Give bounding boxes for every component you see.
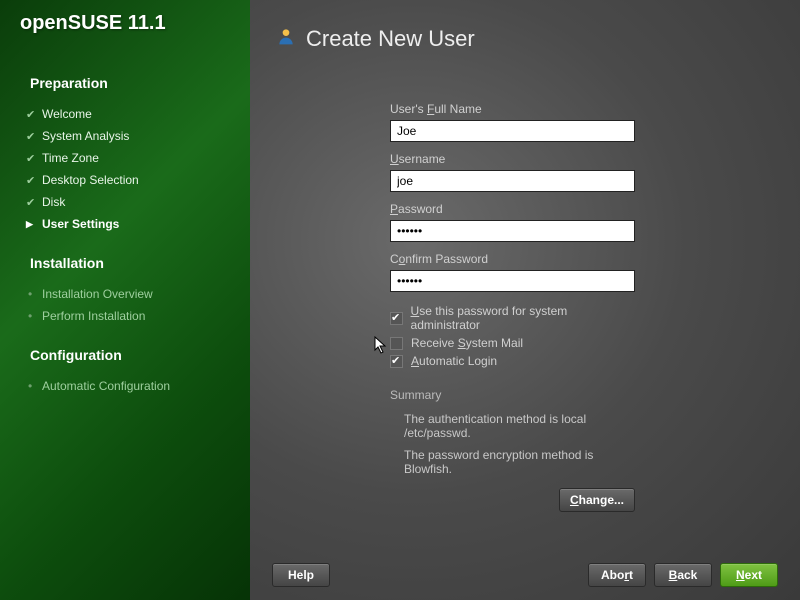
sysmail-checkbox-label: Receive System Mail — [411, 336, 523, 350]
password-input[interactable] — [390, 220, 635, 242]
sidebar-step-installation-overview: Installation Overview — [20, 283, 250, 305]
sysadmin-checkbox-row[interactable]: Use this password for system administrat… — [390, 304, 630, 332]
summary-line: The password encryption method is Blowfi… — [390, 444, 630, 480]
back-button[interactable]: Back — [654, 563, 712, 587]
autologin-checkbox-label: Automatic Login — [411, 354, 497, 368]
sidebar-step-automatic-configuration: Automatic Configuration — [20, 375, 250, 397]
help-button[interactable]: Help — [272, 563, 330, 587]
sidebar-step-welcome: Welcome — [20, 103, 250, 125]
checkbox-icon — [390, 355, 403, 368]
summary-label: Summary — [390, 388, 630, 402]
summary-line: The authentication method is local /etc/… — [390, 408, 630, 444]
sysadmin-checkbox-label: Use this password for system administrat… — [411, 304, 630, 332]
sidebar-section-preparation: Preparation — [30, 75, 250, 91]
checkbox-icon — [390, 337, 403, 350]
sidebar-step-perform-installation: Perform Installation — [20, 305, 250, 327]
page-heading: Create New User — [250, 0, 800, 52]
bottom-bar: Help Abort Back Next — [250, 550, 800, 600]
autologin-checkbox-row[interactable]: Automatic Login — [390, 354, 630, 368]
sidebar-step-user-settings: User Settings — [20, 213, 250, 235]
product-logo: openSUSE 11.1 — [20, 12, 250, 35]
abort-button[interactable]: Abort — [588, 563, 646, 587]
confirm-input[interactable] — [390, 270, 635, 292]
sysmail-checkbox-row[interactable]: Receive System Mail — [390, 336, 630, 350]
fullname-label: User's Full Name — [390, 102, 630, 116]
sidebar: openSUSE 11.1 Preparation WelcomeSystem A… — [0, 0, 250, 600]
password-label: Password — [390, 202, 630, 216]
sidebar-step-disk: Disk — [20, 191, 250, 213]
sidebar-section-configuration: Configuration — [30, 347, 250, 363]
user-icon — [276, 26, 296, 52]
sidebar-section-installation: Installation — [30, 255, 250, 271]
username-input[interactable] — [390, 170, 635, 192]
sidebar-step-system-analysis: System Analysis — [20, 125, 250, 147]
username-label: Username — [390, 152, 630, 166]
user-form: User's Full Name Username Password Confi… — [250, 52, 630, 512]
fullname-input[interactable] — [390, 120, 635, 142]
confirm-label: Confirm Password — [390, 252, 630, 266]
checkbox-icon — [390, 312, 403, 325]
sidebar-step-time-zone: Time Zone — [20, 147, 250, 169]
main-panel: Create New User User's Full Name Usernam… — [250, 0, 800, 600]
change-button[interactable]: Change... — [559, 488, 635, 512]
next-button[interactable]: Next — [720, 563, 778, 587]
page-title: Create New User — [306, 26, 475, 52]
sidebar-step-desktop-selection: Desktop Selection — [20, 169, 250, 191]
